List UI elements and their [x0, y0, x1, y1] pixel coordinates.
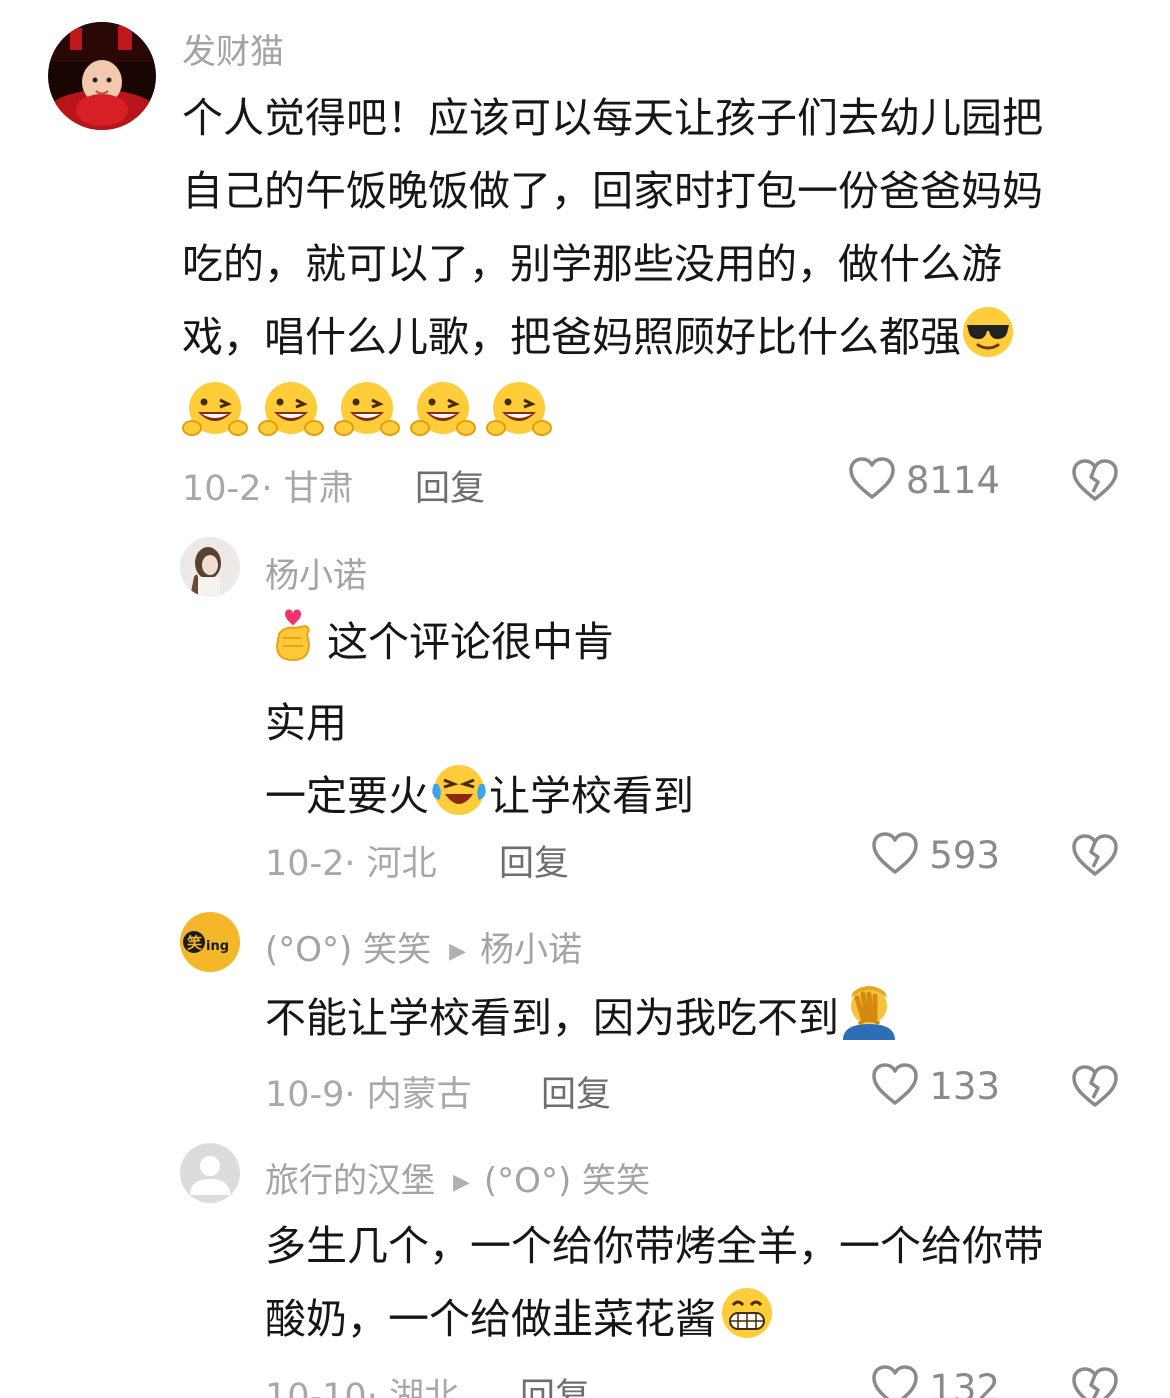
comment-line: 戏，唱什么儿歌，把爸妈照顾好比什么都强	[182, 301, 1043, 382]
username[interactable]: 杨小诺	[265, 548, 367, 597]
like-count: 133	[929, 1064, 1000, 1108]
svg-text:ing: ing	[206, 939, 229, 954]
reply-to-username[interactable]: (°O°) 笑笑	[484, 1161, 650, 1201]
reply-arrow-icon: ▶	[449, 939, 467, 964]
comment-line: 一定要火 让学校看到	[265, 760, 694, 841]
grin-wink-emoji	[258, 380, 324, 444]
comment-meta: 10-2· 甘肃	[182, 469, 354, 509]
laughing-crying-emoji	[429, 762, 489, 841]
avatar[interactable]: 笑 ing	[180, 912, 240, 972]
emoji-row	[182, 380, 552, 444]
comment-text: 多生几个，一个给你带烤全羊，一个给你带 酸奶，一个给做韭菜花酱	[265, 1210, 1044, 1364]
dislike-button[interactable]	[1071, 1064, 1119, 1112]
comment-meta: 10-9· 内蒙古	[265, 1075, 472, 1115]
dislike-button[interactable]	[1071, 833, 1119, 881]
broken-heart-icon	[1071, 1065, 1119, 1112]
sunglasses-emoji	[961, 305, 1015, 382]
reply-button[interactable]: 回复	[520, 1368, 590, 1398]
comment-line: 自己的午饭晚饭做了，回家时打包一份爸爸妈妈	[182, 167, 1043, 215]
avatar[interactable]	[48, 22, 156, 130]
comment-line: 酸奶，一个给做韭菜花酱	[265, 1283, 1044, 1364]
like-count: 8114	[905, 458, 1000, 502]
comment-line: 吃的，就可以了，别学那些没用的，做什么游	[182, 240, 1002, 288]
heart-icon	[871, 831, 919, 879]
comment-item: 发财猫 个人觉得吧！应该可以每天让孩子们去幼儿园把 自己的午饭晚饭做了，回家时打…	[0, 0, 1170, 530]
heart-icon	[871, 1062, 919, 1110]
comment-text: 不能让学校看到，因为我吃不到	[265, 980, 899, 1063]
comment-item: 旅行的汉堡 ▶ (°O°) 笑笑 多生几个，一个给你带烤全羊，一个给你带 酸奶，一个…	[0, 1140, 1170, 1398]
like-button[interactable]: 593	[871, 831, 1000, 879]
like-button[interactable]: 132	[871, 1364, 1000, 1398]
reply-button[interactable]: 回复	[541, 1066, 611, 1117]
like-count: 593	[929, 833, 1000, 877]
grin-wink-emoji	[410, 380, 476, 444]
reply-to-username[interactable]: 杨小诺	[480, 930, 582, 970]
username: (°O°) 笑笑 ▶ 杨小诺	[265, 922, 582, 971]
username-link[interactable]: (°O°) 笑笑	[265, 930, 431, 970]
grin-wink-emoji	[486, 380, 552, 444]
heart-icon	[871, 1364, 919, 1398]
svg-text:笑: 笑	[187, 934, 202, 952]
reply-button[interactable]: 回复	[415, 460, 485, 511]
avatar[interactable]	[180, 537, 240, 597]
comment-meta: 10-10· 湖北	[265, 1377, 459, 1398]
comment-text: 个人觉得吧！应该可以每天让孩子们去幼儿园把 自己的午饭晚饭做了，回家时打包一份爸…	[182, 82, 1043, 382]
dislike-button[interactable]	[1071, 458, 1119, 506]
reply-arrow-icon: ▶	[453, 1170, 470, 1195]
heart-icon	[848, 456, 896, 504]
comment-line: 实用	[265, 699, 347, 747]
username-link[interactable]: 旅行的汉堡	[265, 1161, 435, 1201]
comment-item: 杨小诺 这个评论很中肯 实用 一定要火 让学校看到 10-2· 河北 回复 59…	[0, 530, 1170, 910]
username[interactable]: 发财猫	[182, 24, 284, 73]
grin-wink-emoji	[182, 380, 248, 444]
finger-heart-emoji	[265, 604, 319, 687]
comment-meta: 10-2· 河北	[265, 844, 437, 884]
like-count: 132	[929, 1366, 1000, 1398]
grin-wink-emoji	[334, 380, 400, 444]
broken-heart-icon	[1071, 834, 1119, 881]
facepalm-emoji	[839, 980, 899, 1063]
comment-line: 不能让学校看到，因为我吃不到	[265, 980, 899, 1063]
comment-item: 笑 ing (°O°) 笑笑 ▶ 杨小诺 不能让学校看到，因为我吃不到 10-9· …	[0, 910, 1170, 1140]
like-button[interactable]: 8114	[848, 456, 1000, 504]
username: 旅行的汉堡 ▶ (°O°) 笑笑	[265, 1153, 650, 1202]
comment-line: 个人觉得吧！应该可以每天让孩子们去幼儿园把	[182, 94, 1043, 142]
broken-heart-icon	[1071, 459, 1119, 506]
default-avatar-icon[interactable]	[180, 1143, 240, 1203]
comment-line: 这个评论很中肯	[265, 604, 694, 687]
comment-line: 多生几个，一个给你带烤全羊，一个给你带	[265, 1222, 1044, 1270]
reply-button[interactable]: 回复	[499, 835, 569, 886]
like-button[interactable]: 133	[871, 1062, 1000, 1110]
dislike-button[interactable]	[1071, 1366, 1119, 1398]
grinning-teeth-emoji	[716, 1285, 778, 1364]
comment-text: 这个评论很中肯 实用 一定要火 让学校看到	[265, 604, 694, 841]
